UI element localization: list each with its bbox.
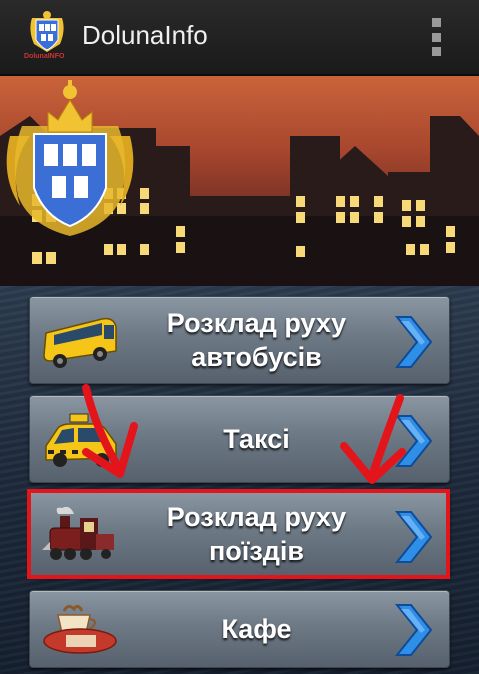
- train-schedule-label: Розклад руху поїздів: [166, 502, 347, 566]
- header-banner: [0, 76, 479, 286]
- logo-caption: DolunaINFO: [24, 53, 65, 60]
- bus-icon: [43, 317, 117, 368]
- action-bar: DolunaINFO DolunaInfo: [0, 0, 479, 76]
- chevron-right-icon: [394, 316, 433, 368]
- app-title: DolunaInfo: [82, 20, 208, 50]
- chevron-right-icon: [394, 511, 433, 563]
- overflow-menu-icon[interactable]: [424, 16, 448, 58]
- taxi-icon: [45, 413, 117, 467]
- coat-of-arms-emblem: [6, 80, 134, 236]
- bus-schedule-button[interactable]: Розклад руху автобусів: [29, 296, 450, 384]
- train-icon: [42, 506, 114, 560]
- bus-schedule-label: Розклад руху автобусів: [166, 308, 347, 372]
- chevron-right-icon: [394, 604, 433, 656]
- cafe-button[interactable]: Кафе: [29, 590, 450, 668]
- train-schedule-button[interactable]: Розклад руху поїздів: [29, 491, 450, 577]
- taxi-label: Таксі: [223, 424, 290, 454]
- cafe-icon: [43, 604, 117, 654]
- taxi-button[interactable]: Таксі: [29, 395, 450, 483]
- cafe-label: Кафе: [221, 614, 292, 644]
- chevron-right-icon: [394, 415, 433, 467]
